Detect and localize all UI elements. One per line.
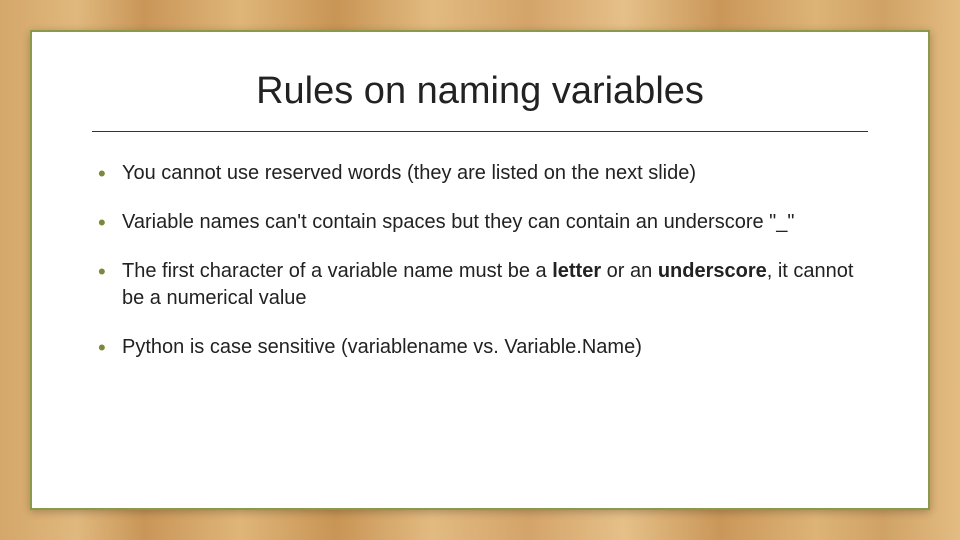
bullet-item: The first character of a variable name m… <box>92 258 868 312</box>
bullet-list: You cannot use reserved words (they are … <box>92 160 868 361</box>
bullet-item: You cannot use reserved words (they are … <box>92 160 868 187</box>
bullet-item: Python is case sensitive (variablename v… <box>92 334 868 361</box>
bullet-item: Variable names can't contain spaces but … <box>92 209 868 236</box>
slide: Rules on naming variables You cannot use… <box>30 30 930 510</box>
slide-title: Rules on naming variables <box>92 70 868 113</box>
title-divider <box>92 131 868 132</box>
